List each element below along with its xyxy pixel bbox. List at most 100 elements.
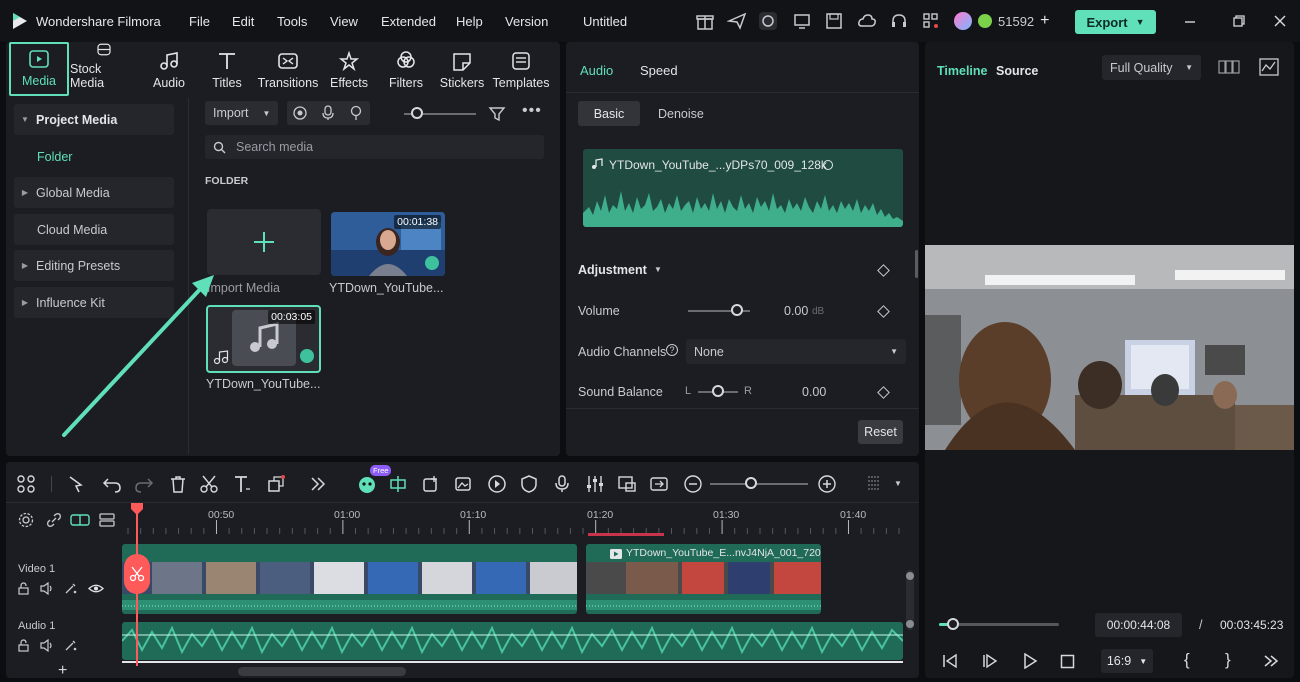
menu-edit[interactable]: Edit (232, 14, 254, 29)
menu-tools[interactable]: Tools (277, 14, 307, 29)
minimize-icon[interactable] (1183, 15, 1197, 29)
zoom-slider[interactable] (710, 483, 808, 485)
split-handle[interactable] (124, 554, 150, 594)
credits-area[interactable]: 51592 + (954, 10, 1050, 32)
tab-filters[interactable]: Filters (387, 42, 425, 96)
scroll-thumb-top[interactable] (906, 572, 914, 580)
add-track-button[interactable]: + (58, 662, 67, 680)
nav-global-media[interactable]: ▶ Global Media (14, 177, 174, 208)
shield-icon[interactable] (519, 474, 539, 494)
track-settings-icon[interactable] (18, 512, 34, 528)
eye-icon[interactable] (88, 582, 104, 595)
speaker-icon[interactable] (40, 639, 54, 652)
video-clip-2[interactable]: YTDown_YouTube_E...nvJ4NjA_001_720p (586, 544, 821, 614)
zoom-out-icon[interactable] (683, 474, 703, 494)
fast-forward-icon[interactable] (1263, 654, 1279, 668)
tab-stock-media[interactable]: Stock Media (70, 42, 138, 96)
audio-mixer-icon[interactable] (585, 474, 605, 494)
send-icon[interactable] (727, 11, 747, 31)
menu-view[interactable]: View (330, 14, 358, 29)
redo-icon[interactable] (134, 474, 154, 494)
menu-file[interactable]: File (189, 14, 210, 29)
tab-stickers[interactable]: Stickers (439, 42, 485, 96)
thumbnail-size-knob[interactable] (411, 107, 423, 119)
layout-options-icon[interactable] (864, 474, 884, 494)
subtab-denoise[interactable]: Denoise (658, 107, 704, 121)
tab-transitions[interactable]: Transitions (255, 42, 321, 96)
headset-icon[interactable] (889, 11, 909, 31)
cloud-upload-icon[interactable] (857, 11, 877, 31)
microphone-icon[interactable] (321, 105, 335, 121)
auto-adjust-icon[interactable] (64, 639, 78, 652)
quality-select[interactable]: Full Quality ▼ (1102, 55, 1201, 80)
tab-titles[interactable]: Titles (205, 42, 249, 96)
horizontal-scrollbar[interactable] (238, 667, 406, 676)
caret-down-icon[interactable]: ▼ (894, 479, 902, 488)
expand-more-icon[interactable] (308, 474, 328, 494)
audio-clip[interactable] (122, 622, 903, 660)
audio-channels-select[interactable]: None ▼ (686, 339, 906, 364)
volume-value[interactable]: 0.00 (784, 304, 808, 318)
link-icon[interactable] (46, 512, 62, 528)
tab-templates[interactable]: Templates (492, 42, 550, 96)
keyframe-diamond-icon[interactable] (877, 386, 890, 399)
tab-source-preview[interactable]: Source (996, 64, 1038, 78)
import-media-tile[interactable] (207, 209, 321, 275)
aspect-ratio-select[interactable]: 16:9 ▼ (1101, 649, 1153, 673)
mark-in-icon[interactable]: { (1184, 650, 1190, 670)
pip-icon[interactable] (617, 474, 637, 494)
speaker-icon[interactable] (40, 582, 54, 595)
zoom-knob[interactable] (745, 477, 757, 489)
video-clip[interactable] (122, 544, 577, 614)
more-options-icon[interactable]: ••• (522, 102, 542, 120)
tab-speed[interactable]: Speed (640, 63, 678, 78)
search-input[interactable]: Search media (205, 135, 544, 159)
monitor-icon[interactable] (792, 11, 812, 31)
crop-icon[interactable] (266, 474, 286, 494)
microphone-icon[interactable] (552, 474, 572, 494)
volume-knob[interactable] (731, 304, 743, 316)
playhead-marker-icon[interactable] (130, 502, 144, 516)
import-button[interactable]: Import ▼ (205, 101, 278, 125)
record-screen-icon[interactable] (293, 106, 307, 120)
image-edit-icon[interactable] (453, 474, 473, 494)
keyframe-diamond-icon[interactable] (877, 264, 890, 277)
grid-view-icon[interactable] (1218, 59, 1240, 75)
gift-icon[interactable] (695, 11, 715, 31)
lock-icon[interactable] (17, 582, 30, 595)
tab-timeline-preview[interactable]: Timeline (937, 64, 987, 78)
ai-robot-icon[interactable] (357, 474, 377, 494)
add-clip-icon[interactable] (421, 474, 441, 494)
undo-icon[interactable] (102, 474, 122, 494)
waveform-volume-knob[interactable] (823, 160, 833, 170)
text-tool-icon[interactable] (232, 474, 252, 494)
playback-knob[interactable] (947, 618, 960, 630)
subtab-basic[interactable]: Basic (578, 101, 640, 126)
export-button[interactable]: Export ▼ (1075, 10, 1156, 34)
add-credits-icon[interactable]: + (1040, 12, 1049, 30)
menu-extended[interactable]: Extended (381, 14, 436, 29)
stop-icon[interactable] (1060, 654, 1075, 669)
vertical-scrollbar[interactable] (906, 570, 914, 630)
balance-knob[interactable] (712, 385, 724, 397)
balance-value[interactable]: 0.00 (802, 385, 826, 399)
mark-out-icon[interactable]: } (1225, 650, 1231, 670)
tab-audio-props[interactable]: Audio (580, 63, 613, 78)
snap-icon[interactable] (649, 474, 669, 494)
zoom-in-icon[interactable] (817, 474, 837, 494)
previous-frame-icon[interactable] (941, 653, 959, 669)
tab-effects[interactable]: Effects (328, 42, 370, 96)
props-scrollbar[interactable] (915, 250, 918, 278)
save-icon[interactable] (824, 11, 844, 31)
apps-grid-icon[interactable] (921, 11, 941, 31)
filter-funnel-icon[interactable] (488, 105, 506, 123)
auto-adjust-icon[interactable] (64, 582, 78, 595)
lock-icon[interactable] (17, 639, 30, 652)
help-icon[interactable]: ? (666, 344, 678, 356)
select-pointer-icon[interactable] (66, 474, 86, 494)
speed-icon[interactable] (487, 474, 507, 494)
voiceover-icon[interactable] (349, 105, 363, 121)
tab-media[interactable]: Media (9, 42, 69, 96)
nav-cloud-media[interactable]: Cloud Media (14, 214, 174, 245)
close-icon[interactable] (1273, 14, 1287, 28)
